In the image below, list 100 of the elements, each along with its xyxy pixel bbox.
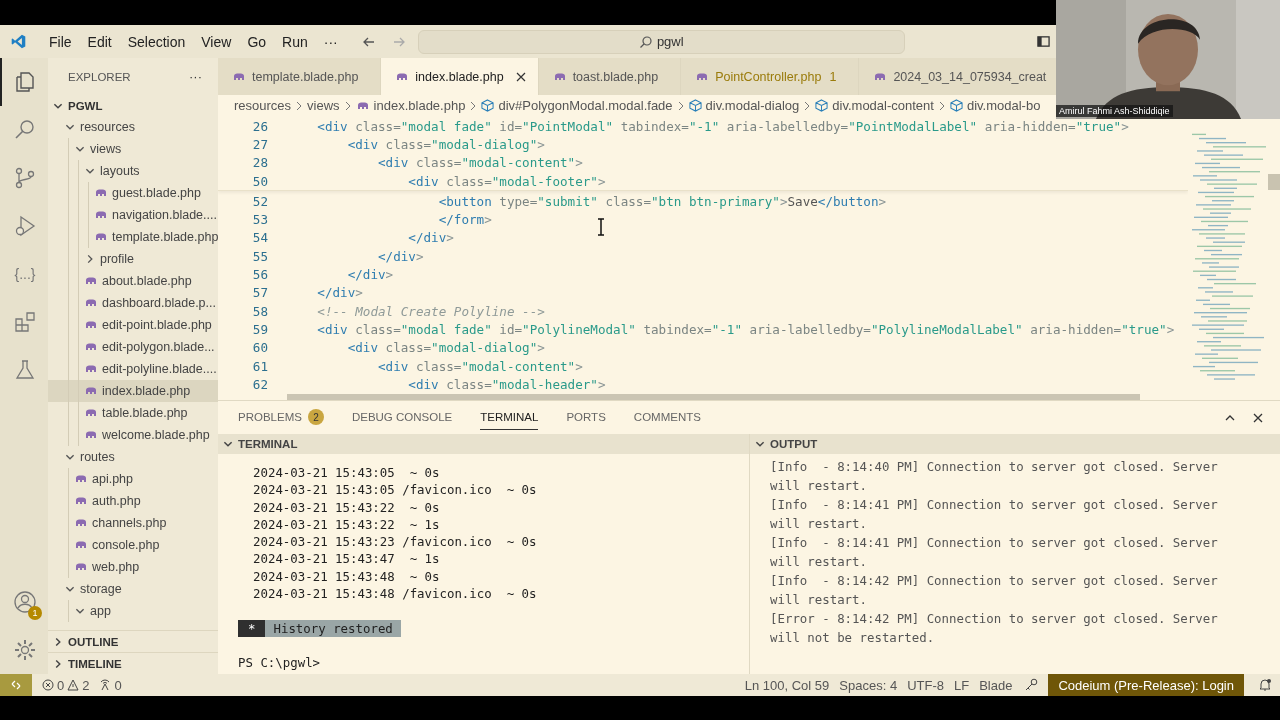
extension-status-button[interactable]: Codeium (Pre-Release): Login [1048,674,1244,696]
editor-tab[interactable]: 2024_03_14_075934_creat [859,58,1056,95]
tree-item[interactable]: auth.php [48,490,218,512]
code-line: <!-- Modal Create Polyline --> [316,303,545,319]
tree-item[interactable]: app [48,600,218,622]
terminal-line: 2024-03-21 15:43:48 /favicon.ico ~ 0s [252,586,538,604]
tree-item[interactable]: routes [48,446,218,468]
cube-icon [688,99,702,112]
breadcrumb[interactable]: div.modal-content [815,98,934,113]
tree-item[interactable]: template.blade.php [48,226,218,248]
tree-item[interactable]: api.php [48,468,218,490]
tree-item[interactable]: storage [48,578,218,600]
files-icon [13,70,37,94]
branch-icon [13,166,37,190]
status-item[interactable]: Ln 100, Col 59 [744,677,830,693]
menu-item[interactable]: ··· [315,30,346,53]
tree-item[interactable]: web.php [48,556,218,578]
search-field[interactable]: pgwl [417,29,905,54]
tree-item[interactable]: guest.blade.php [48,182,218,204]
tree-item[interactable]: console.php [48,534,218,556]
line-number: 58 [251,303,269,319]
workspace-header[interactable]: PGWL [48,95,218,116]
status-item[interactable]: LF [954,677,970,693]
explorer-title: EXPLORER [68,70,131,83]
status-item[interactable]: UTF-8 [907,677,944,693]
elephant-icon [84,408,98,418]
layout-toggle-icon[interactable] [1036,35,1050,48]
line-number: 52 [251,193,269,209]
output-line: [Info - 8:14:40 PM] Connection to server got closed. Server will restart. [770,458,1219,495]
tree-item[interactable]: edit-polyline.blade.... [48,358,218,380]
account-icon[interactable] [13,590,37,614]
breadcrumb[interactable]: div.modal-dialog [688,98,800,113]
tree-item[interactable]: table.blade.php [48,402,218,424]
line-number: 27 [251,136,269,152]
elephant-icon [84,386,98,396]
breadcrumb[interactable]: resources [234,98,292,113]
status-item[interactable]: Blade [979,677,1013,693]
panel-tab[interactable]: PORTS [566,405,606,430]
participant-name: Amirul Fahmi Ash-Shiddiqie [1056,105,1173,117]
activity-button[interactable]: {...} [0,250,48,298]
editor-tab[interactable]: index.blade.php [381,58,539,95]
flask-icon [13,358,37,382]
ports-status[interactable]: 0 [99,677,122,693]
code-line: </div> [407,230,454,246]
more-actions-button[interactable]: ··· [189,69,202,84]
terminal-prompt[interactable]: PS C:\pgwl> [238,655,749,671]
tree-item[interactable]: views [48,138,218,160]
breadcrumb[interactable]: div#PolygonModal.modal.fade [481,98,673,113]
code-line: <div class="modal-dialog"> [346,340,545,356]
code-line: <button type="submit" class="btn btn-primary">Save</button> [437,193,887,209]
line-number: 57 [251,285,269,301]
tree-item[interactable]: navigation.blade.... [48,204,218,226]
line-number: 59 [251,321,269,337]
tree-item[interactable]: resources [48,116,218,138]
code-line: <div class="modal fade" id="PolylineModal" tabindex="-1" aria-labelledby="PolylineModalLabel" aria-hidden="true"> [316,321,1175,337]
problems-status[interactable]: 0 2 [42,677,90,693]
panel-tab[interactable]: COMMENTS [633,405,701,430]
tree-item[interactable]: about.blade.php [48,270,218,292]
tree-item[interactable]: index.blade.php [48,380,218,402]
tree-item[interactable]: edit-point.blade.php [48,314,218,336]
panel-tab[interactable]: DEBUG CONSOLE [351,405,453,430]
code-line: <div class="modal-dialog"> [346,136,545,152]
editor-tab[interactable]: toast.blade.php [538,58,682,95]
code-line: </div> [346,267,394,282]
code-line: <div class="modal fade" id="PointModal" tabindex="-1" aria-labelledby="PointModalLabel" aria-hidden="true"> [316,118,1129,134]
editor-tab[interactable]: template.blade.php [218,58,382,95]
settings-icon[interactable] [13,638,37,662]
menu-item[interactable]: Go [239,30,275,53]
elephant-icon [74,474,88,484]
menu-item[interactable]: Selection [119,30,194,53]
output-header[interactable]: OUTPUT [750,434,1280,454]
panel-tab[interactable]: PROBLEMS 2 [238,403,324,432]
tree-item[interactable]: welcome.blade.php [48,424,218,446]
tree-item[interactable]: layouts [48,160,218,182]
line-number: 50 [251,173,269,189]
menu-item[interactable]: Edit [79,30,120,53]
close-icon[interactable] [515,71,526,82]
menu-item[interactable]: View [193,30,240,53]
status-item[interactable]: Spaces: 4 [839,677,898,693]
terminal-header[interactable]: TERMINAL [218,434,749,454]
output-line: [Info - 8:14:41 PM] Connection to server got closed. Server will restart. [770,496,1219,533]
menu-item[interactable]: Run [274,30,316,53]
breadcrumb[interactable]: div.modal-bo [949,98,1041,113]
panel-tab[interactable]: TERMINAL [480,405,539,430]
code-line: </div> [316,285,363,301]
key-icon[interactable] [1024,678,1039,692]
error-icon [42,679,54,691]
tree-item[interactable]: edit-polygon.blade... [48,336,218,358]
menu-item[interactable]: File [41,30,80,53]
tree-item[interactable]: profile [48,248,218,270]
tree-item[interactable]: channels.php [48,512,218,534]
notice-marker: * [238,620,266,638]
breadcrumb[interactable]: views [307,98,340,113]
elephant-icon [94,210,108,220]
close-icon[interactable] [1252,411,1264,424]
chevron-icon [470,100,477,111]
bell-icon[interactable] [1258,678,1272,692]
chevron-icon [677,100,684,111]
breadcrumb[interactable]: index.blade.php [355,98,466,113]
tree-item[interactable]: dashboard.blade.p... [48,292,218,314]
